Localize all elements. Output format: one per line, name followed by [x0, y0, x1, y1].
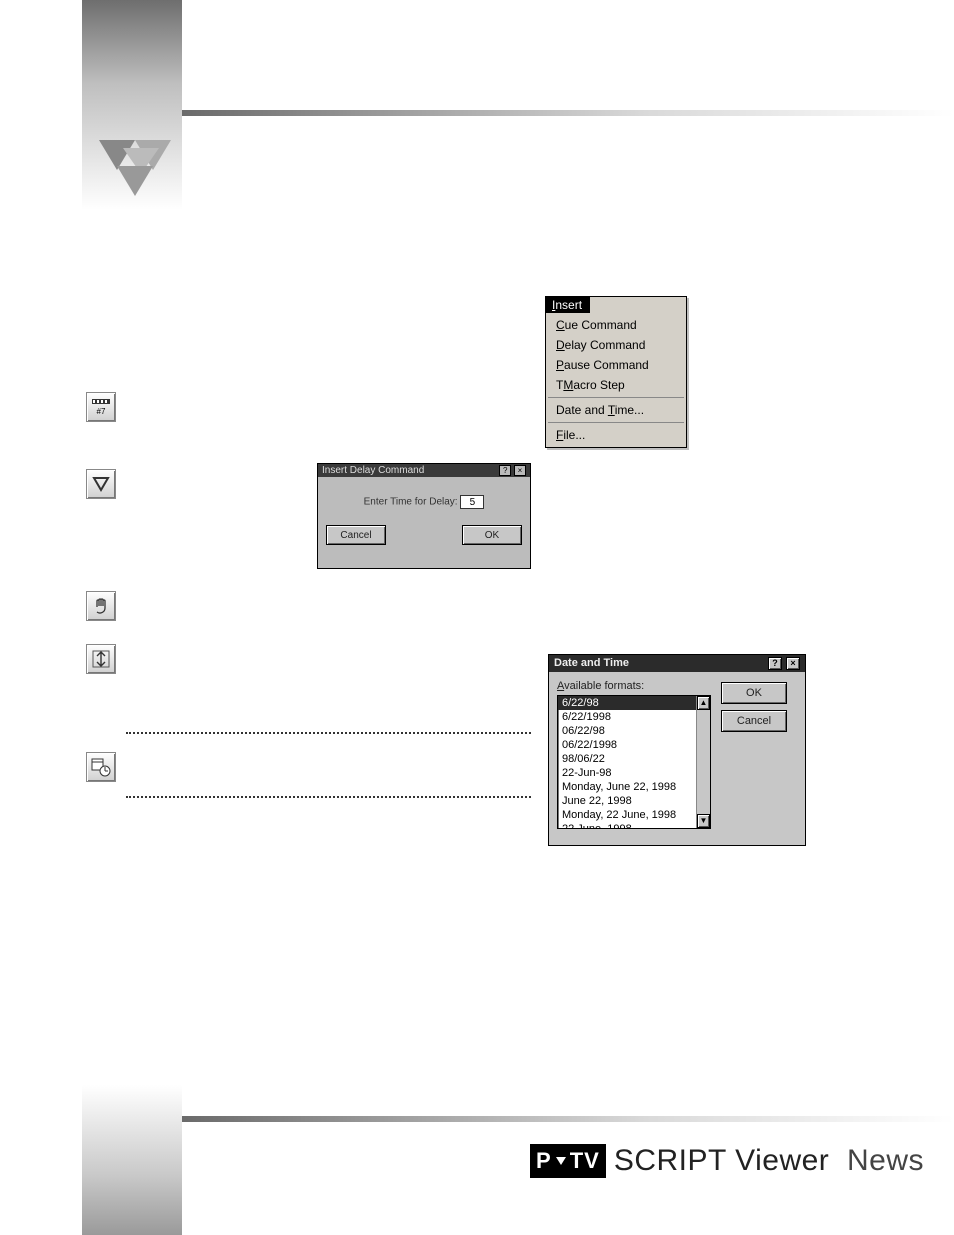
badge-p: P: [536, 1148, 552, 1174]
dotted-separator-bottom: [126, 796, 531, 798]
menu-separator: [548, 397, 684, 398]
menu-separator: [548, 422, 684, 423]
menu-item-delay-command[interactable]: Delay Command: [546, 335, 686, 355]
format-option[interactable]: 06/22/1998: [558, 738, 710, 752]
delay-prompt-label: Enter Time for Delay:: [364, 497, 458, 508]
delay-cancel-button[interactable]: Cancel: [326, 525, 386, 545]
date-time-dialog: Date and Time ? × Available formats: ▲ ▼…: [548, 654, 806, 846]
left-bottom-gradient: [82, 1085, 182, 1235]
dt-ok-button[interactable]: OK: [721, 682, 787, 704]
menu-item-cue-command[interactable]: Cue Command: [546, 315, 686, 335]
insert-delay-dialog: Insert Delay Command ? × Enter Time for …: [317, 463, 531, 569]
ptv-badge-icon: P TV: [530, 1144, 606, 1178]
available-formats-label: Available formats:: [557, 680, 711, 692]
product-viewer: Viewer: [735, 1144, 829, 1177]
dt-cancel-button[interactable]: Cancel: [721, 710, 787, 732]
listbox-scrollbar[interactable]: ▲ ▼: [696, 696, 710, 828]
format-option[interactable]: 22-Jun-98: [558, 766, 710, 780]
date-time-icon[interactable]: [86, 752, 116, 782]
menu-item-date-time[interactable]: Date and Time...: [546, 400, 686, 420]
cue-command-icon[interactable]: #7: [86, 392, 116, 422]
format-option[interactable]: 06/22/98: [558, 724, 710, 738]
dt-dialog-title: Date and Time: [554, 657, 629, 670]
format-option[interactable]: 98/06/22: [558, 752, 710, 766]
close-icon[interactable]: ×: [514, 465, 526, 476]
format-option[interactable]: 22 June, 1998: [558, 822, 710, 829]
formats-listbox[interactable]: ▲ ▼ 6/22/986/22/199806/22/9806/22/199898…: [557, 695, 711, 829]
triangle-logo-icon: [95, 140, 175, 210]
insert-menu: Insert Cue Command Delay Command Pause C…: [545, 296, 687, 448]
delay-dialog-winicons: ? ×: [499, 465, 526, 476]
delay-dialog-title: Insert Delay Command: [322, 465, 424, 476]
format-option[interactable]: June 22, 1998: [558, 794, 710, 808]
footer-rule: [182, 1116, 954, 1122]
product-footer: P TV SCRIPT Viewer News: [530, 1144, 924, 1178]
format-option[interactable]: 6/22/98: [558, 696, 710, 710]
format-option[interactable]: Monday, June 22, 1998: [558, 780, 710, 794]
insert-menu-title[interactable]: Insert: [546, 297, 590, 313]
dotted-separator-top: [126, 732, 531, 734]
badge-tv: TV: [570, 1148, 600, 1174]
menu-item-tmacro-step[interactable]: TMacro Step: [546, 375, 686, 395]
badge-triangle-icon: [556, 1157, 566, 1165]
help-icon[interactable]: ?: [768, 657, 782, 670]
tmacro-step-icon[interactable]: [86, 644, 116, 674]
header-rule: [182, 110, 954, 116]
delay-value-input[interactable]: [460, 495, 484, 509]
delay-ok-button[interactable]: OK: [462, 525, 522, 545]
menu-item-pause-command[interactable]: Pause Command: [546, 355, 686, 375]
pause-command-icon[interactable]: [86, 591, 116, 621]
product-script: SCRIPT: [614, 1144, 726, 1177]
dt-dialog-winicons: ? ×: [767, 657, 800, 670]
format-option[interactable]: Monday, 22 June, 1998: [558, 808, 710, 822]
delay-command-icon[interactable]: [86, 469, 116, 499]
help-icon[interactable]: ?: [499, 465, 511, 476]
format-option[interactable]: 6/22/1998: [558, 710, 710, 724]
product-name: SCRIPT Viewer News: [614, 1144, 924, 1178]
product-news: News: [847, 1144, 924, 1177]
menu-item-file[interactable]: File...: [546, 425, 686, 445]
close-icon[interactable]: ×: [786, 657, 800, 670]
scroll-up-icon[interactable]: ▲: [697, 696, 710, 710]
svg-text:#7: #7: [97, 407, 106, 416]
scroll-down-icon[interactable]: ▼: [697, 814, 710, 828]
